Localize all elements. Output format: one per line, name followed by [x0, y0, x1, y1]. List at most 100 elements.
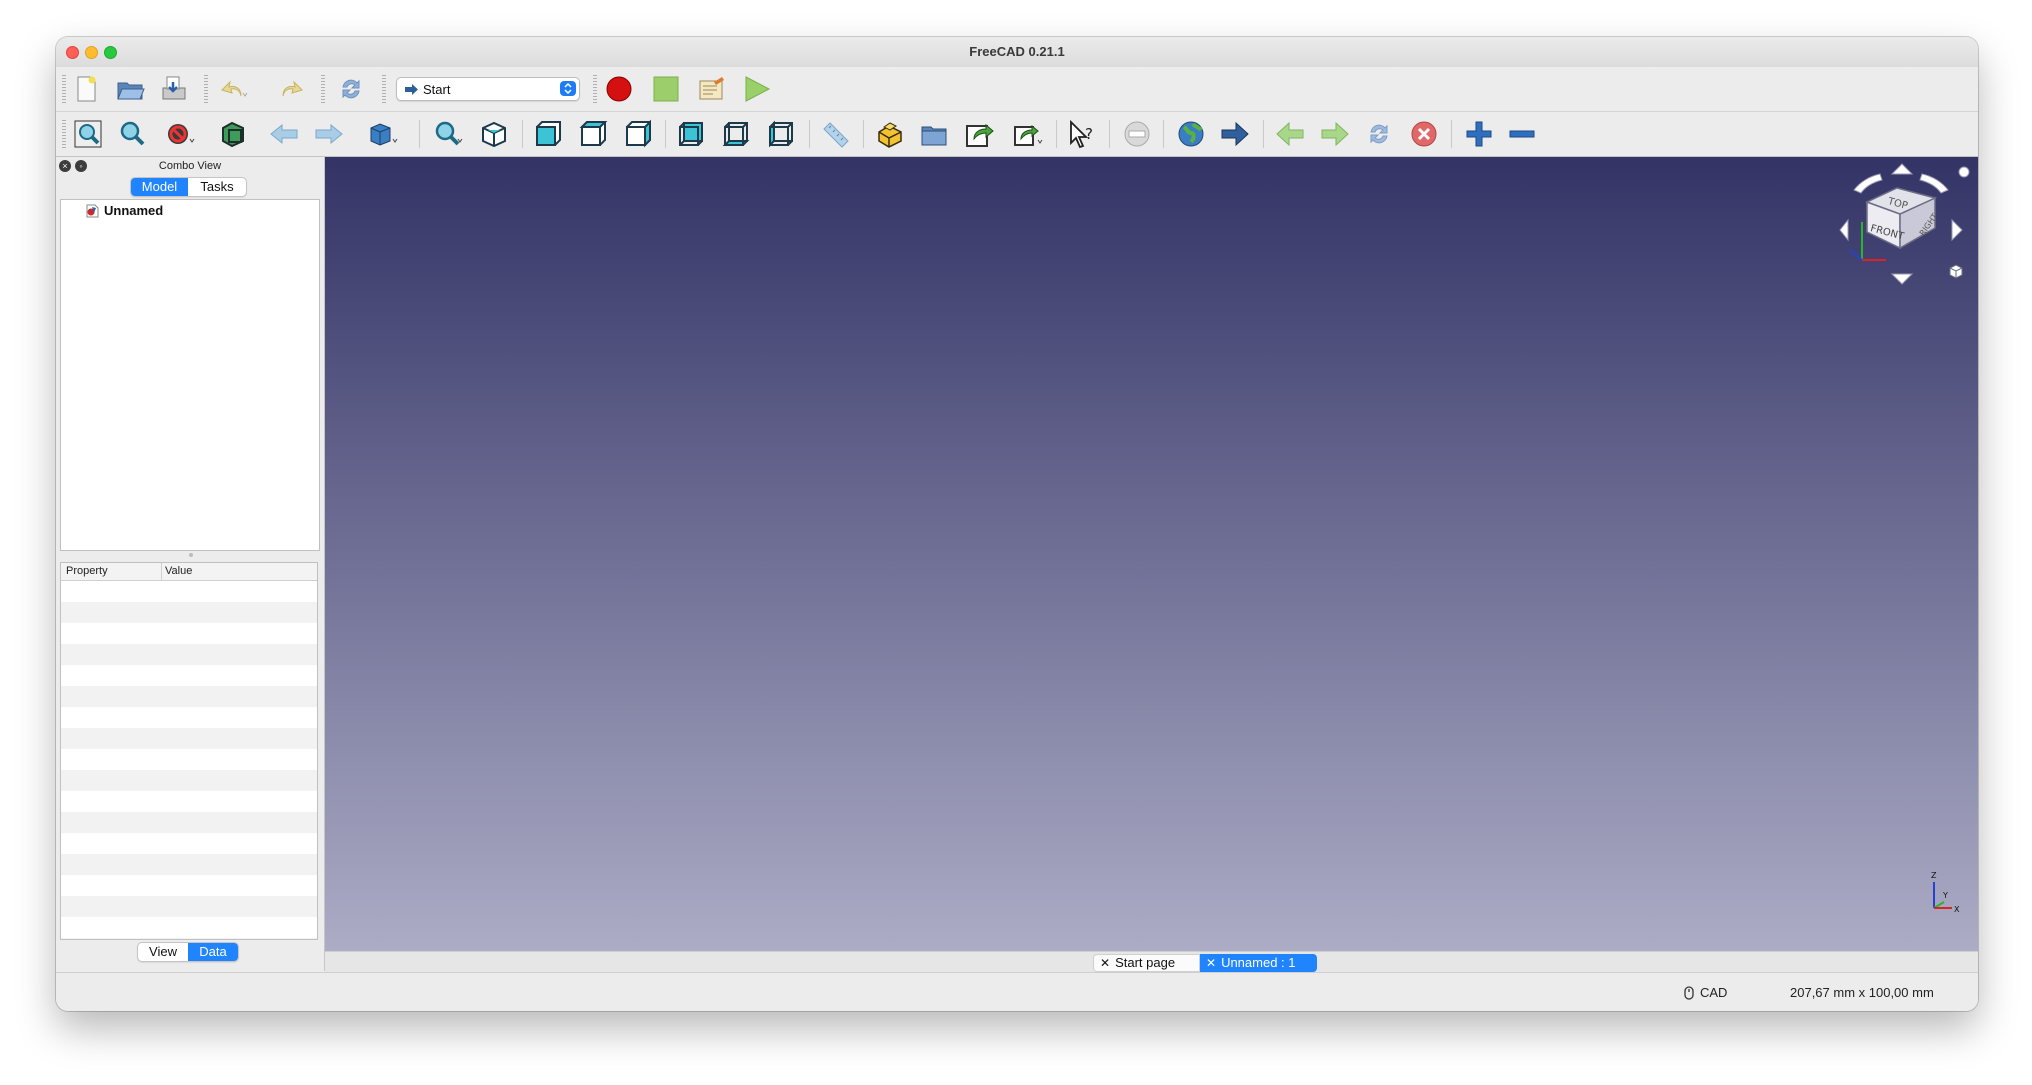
top-view-icon[interactable] [577, 119, 609, 149]
bottom-view-icon[interactable] [720, 119, 752, 149]
create-part-icon[interactable] [874, 119, 906, 149]
tab-tasks[interactable]: Tasks [188, 178, 246, 196]
model-tree[interactable]: Unnamed [60, 199, 320, 551]
record-macro-icon[interactable] [603, 74, 635, 104]
property-table-header: Property Value [61, 563, 317, 581]
axis-label-x: X [1954, 905, 1960, 914]
stop-macro-icon[interactable] [650, 74, 682, 104]
property-column-header[interactable]: Property [66, 565, 108, 577]
workbench-label: Start [423, 81, 451, 97]
front-view-icon[interactable] [532, 119, 564, 149]
undo-icon[interactable] [218, 74, 250, 104]
zoom-out-minus-icon[interactable] [1506, 119, 1538, 149]
rotate-down-arrow-icon [1890, 273, 1914, 285]
toolbar-separator [665, 120, 666, 148]
combo-view-panel: × ◦ Combo View Model Tasks Unnamed Prope… [56, 157, 325, 971]
rotate-ccw-arrow-icon [1853, 173, 1883, 194]
fit-all-icon[interactable] [72, 119, 104, 149]
new-document-icon[interactable] [70, 74, 102, 104]
redo-icon[interactable] [274, 74, 306, 104]
combo-view-tabs: Model Tasks [130, 177, 247, 197]
property-view-tabs: View Data [137, 942, 239, 962]
chevron-updown-icon [560, 81, 576, 96]
std-views-menu-icon[interactable] [367, 119, 399, 149]
left-view-icon[interactable] [765, 119, 797, 149]
workbench-selector[interactable]: Start [396, 77, 580, 101]
draw-style-icon[interactable] [164, 119, 196, 149]
bounding-box-icon[interactable] [217, 119, 249, 149]
combo-view-header: × ◦ Combo View [56, 157, 324, 175]
isometric-zoom-icon[interactable] [432, 119, 464, 149]
toolbar-grip[interactable] [321, 75, 325, 103]
splitter-handle[interactable] [189, 553, 193, 557]
tab-label: Unnamed : 1 [1221, 955, 1296, 970]
globe-icon[interactable] [1175, 119, 1207, 149]
zoom-in-plus-icon[interactable] [1463, 119, 1495, 149]
cube-axis-z [1849, 249, 1863, 261]
toolbar-separator [1109, 120, 1110, 148]
main-toolbar: Start [56, 67, 1978, 112]
tab-model[interactable]: Model [131, 178, 188, 196]
toolbar-grip[interactable] [382, 75, 386, 103]
web-back-icon[interactable] [1274, 119, 1306, 149]
web-refresh-icon[interactable] [1363, 119, 1395, 149]
whats-this-icon[interactable]: ? [1066, 119, 1098, 149]
fit-selection-icon[interactable] [116, 119, 148, 149]
navigate-arrow-icon[interactable] [1219, 119, 1251, 149]
freecad-window: FreeCAD 0.21.1 Start ? × ◦ Combo View Mo… [56, 37, 1978, 1011]
tab-start-page[interactable]: ✕ Start page [1093, 954, 1200, 972]
document-tab-bar: ✕ Start page ✕ Unnamed : 1 [325, 951, 1978, 972]
property-editor: Property Value [60, 562, 318, 940]
toolbar-grip[interactable] [62, 120, 66, 148]
navigation-style-indicator[interactable]: CAD [1684, 985, 1727, 1000]
open-folder-icon[interactable] [114, 74, 146, 104]
rotate-cw-arrow-icon [1919, 173, 1949, 194]
link-actions-icon[interactable] [1012, 119, 1044, 149]
arrow-right-icon [405, 83, 418, 95]
value-column-header[interactable]: Value [165, 565, 192, 577]
toolbar-separator [863, 120, 864, 148]
view-back-arrow-icon[interactable] [268, 119, 300, 149]
close-tab-icon[interactable]: ✕ [1100, 954, 1110, 972]
tree-item-document[interactable]: Unnamed [85, 203, 163, 218]
toolbar-separator [522, 120, 523, 148]
toolbar-separator [809, 120, 810, 148]
title-bar: FreeCAD 0.21.1 [56, 37, 1978, 68]
save-document-icon[interactable] [158, 74, 190, 104]
property-rows [61, 581, 317, 939]
create-link-icon[interactable] [963, 119, 995, 149]
toolbar-grip[interactable] [62, 75, 66, 103]
tab-unnamed-document[interactable]: ✕ Unnamed : 1 [1200, 954, 1317, 972]
tab-data[interactable]: Data [188, 943, 238, 961]
navigation-style-label: CAD [1700, 985, 1728, 1000]
tab-label: Start page [1115, 955, 1176, 970]
document-icon [86, 204, 99, 217]
rotate-right-arrow-icon [1951, 218, 1963, 242]
web-stop-icon[interactable] [1408, 119, 1440, 149]
toolbar-separator [1056, 120, 1057, 148]
navigation-cube[interactable]: TOP FRONT RIGHT [1832, 160, 1972, 300]
toolbar-separator [1263, 120, 1264, 148]
create-group-icon[interactable] [918, 119, 950, 149]
edit-macro-icon[interactable] [695, 74, 727, 104]
refresh-icon[interactable] [335, 74, 367, 104]
right-view-icon[interactable] [622, 119, 654, 149]
close-tab-icon[interactable]: ✕ [1206, 954, 1216, 972]
tab-view[interactable]: View [138, 943, 188, 961]
toolbar-grip[interactable] [593, 75, 597, 103]
view-forward-arrow-icon[interactable] [313, 119, 345, 149]
toolbar-grip[interactable] [204, 75, 208, 103]
isometric-view-icon[interactable] [478, 119, 510, 149]
measure-distance-icon[interactable] [819, 119, 851, 149]
run-macro-icon[interactable] [740, 74, 772, 104]
3d-viewport[interactable] [325, 157, 1978, 951]
axis-label-z: Z [1931, 871, 1937, 880]
view-dimensions: 207,67 mm x 100,00 mm [1790, 985, 1934, 1000]
web-forward-icon[interactable] [1319, 119, 1351, 149]
rear-view-icon[interactable] [675, 119, 707, 149]
toolbar-separator [1451, 120, 1452, 148]
web-browser-icon[interactable] [1121, 119, 1153, 149]
combo-view-title: Combo View [158, 160, 222, 172]
view-toolbar: ? [56, 112, 1978, 157]
tree-item-label: Unnamed [104, 203, 164, 218]
